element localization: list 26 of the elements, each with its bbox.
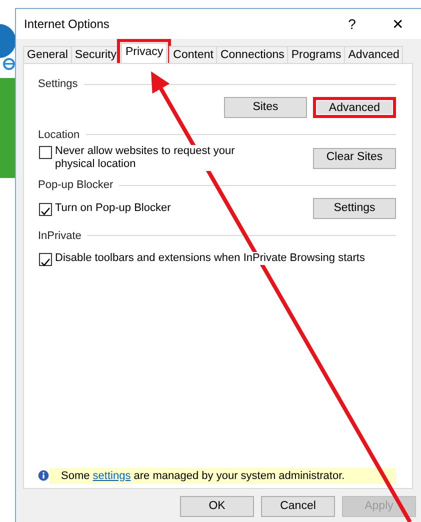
button[interactable]: Advanced <box>313 97 396 118</box>
button[interactable]: Sites <box>224 97 307 118</box>
checkbox[interactable] <box>39 146 52 159</box>
tab[interactable]: Programs <box>287 46 346 63</box>
info-message: Some settings are managed by your system administrator. <box>49 468 396 484</box>
browser-icon <box>3 57 15 71</box>
info-icon <box>38 470 49 482</box>
section-heading: Location <box>38 128 80 142</box>
window-title: Internet Options <box>24 16 110 33</box>
button[interactable]: Settings <box>313 198 396 219</box>
tab[interactable]: Content <box>169 46 218 63</box>
checkbox-label: Disable toolbars and extensions when InPrivate Browsing starts <box>55 252 365 265</box>
tab[interactable]: Advanced <box>344 46 404 63</box>
section-heading: InPrivate <box>38 228 82 244</box>
checkbox-label: Turn on Pop-up Blocker <box>55 202 171 214</box>
close-button[interactable]: ✕ <box>375 14 421 34</box>
checkbox[interactable] <box>39 253 52 266</box>
dialog-button[interactable]: Cancel <box>261 496 335 517</box>
button[interactable]: Clear Sites <box>313 148 396 168</box>
checkbox[interactable] <box>39 202 52 216</box>
settings-link[interactable]: settings <box>92 470 131 482</box>
tab[interactable]: General <box>23 46 72 63</box>
help-button[interactable]: ? <box>329 14 375 34</box>
section-heading: Settings <box>38 77 78 92</box>
section-heading: Pop-up Blocker <box>38 178 114 193</box>
dialog-button[interactable]: OK <box>180 496 254 517</box>
